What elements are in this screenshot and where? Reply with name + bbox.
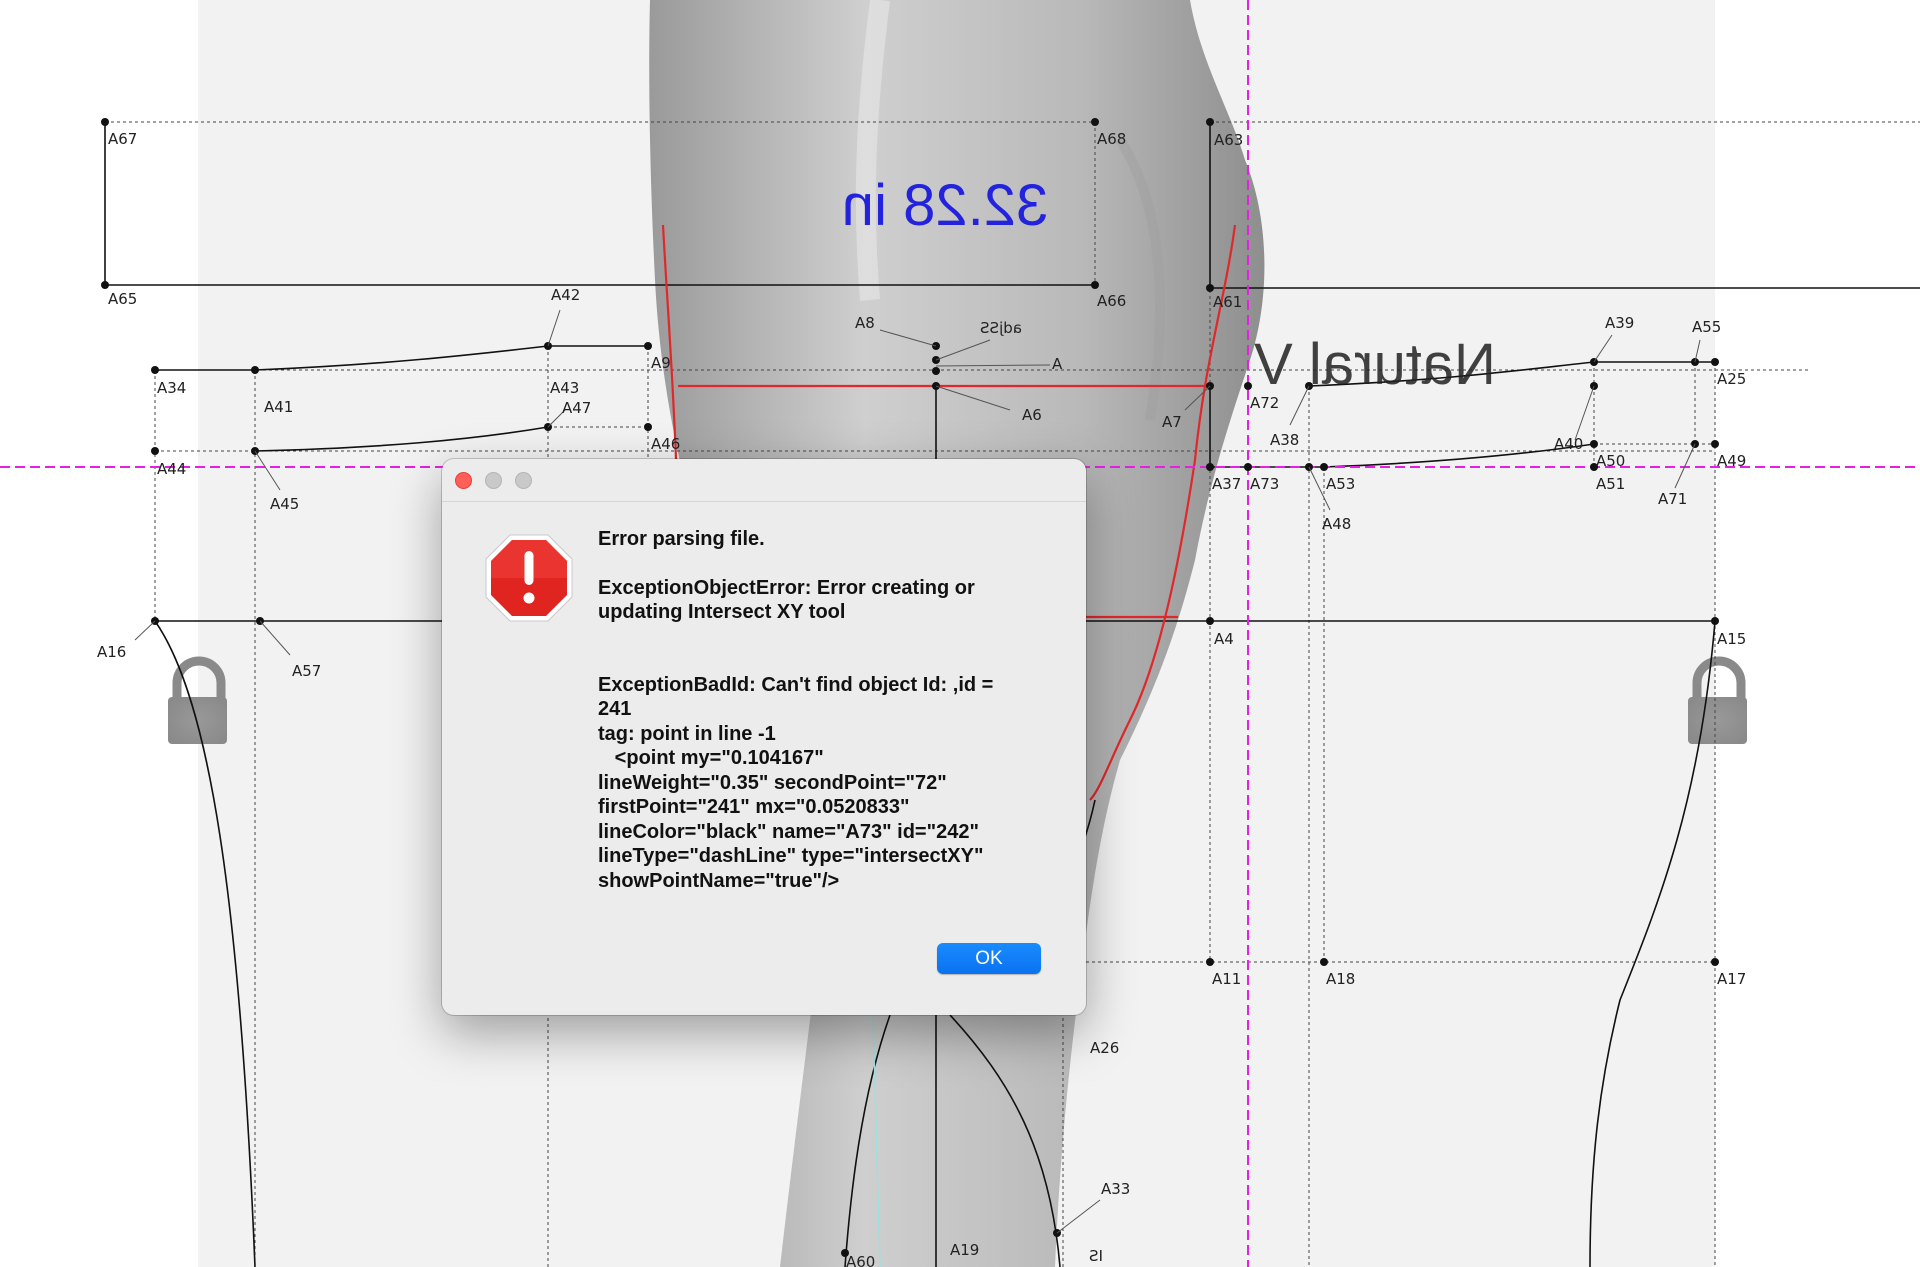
mirrored-title: Natural V xyxy=(1254,332,1496,397)
point-label: A4 xyxy=(1214,630,1234,648)
point-label: A63 xyxy=(1214,131,1243,149)
point-label: A65 xyxy=(108,290,137,308)
point-label: A53 xyxy=(1326,475,1355,493)
point-label: A49 xyxy=(1717,452,1746,470)
point-label: A45 xyxy=(270,495,299,513)
point-label: A37 xyxy=(1212,475,1241,493)
error-details: ExceptionBadId: Can't find object Id: ,i… xyxy=(598,673,994,892)
point-label: A9 xyxy=(651,354,671,372)
point-label: adjSS xyxy=(980,319,1022,337)
point-label: A6 xyxy=(1022,406,1042,424)
point-label: A17 xyxy=(1717,970,1746,988)
point-label: A47 xyxy=(562,399,591,417)
point-label: A51 xyxy=(1596,475,1625,493)
stop-alert-icon xyxy=(485,534,573,622)
point-label: A40 xyxy=(1554,435,1583,453)
point-label: A72 xyxy=(1250,394,1279,412)
point-label: A61 xyxy=(1213,293,1242,311)
point-label: A46 xyxy=(651,435,680,453)
point-label: A8 xyxy=(855,314,875,332)
zoom-button xyxy=(515,472,532,489)
point-label: A42 xyxy=(551,286,580,304)
error-title: Error parsing file. xyxy=(598,528,765,550)
dialog-titlebar xyxy=(442,459,1086,502)
point-label: A68 xyxy=(1097,130,1126,148)
point-label: A48 xyxy=(1322,515,1351,533)
point-label: A15 xyxy=(1717,630,1746,648)
point-label: A xyxy=(1052,355,1063,373)
point-label: A19 xyxy=(950,1241,979,1259)
ok-button[interactable]: OK xyxy=(937,943,1041,974)
point-label: A55 xyxy=(1692,318,1721,336)
point-label: A16 xyxy=(97,643,126,661)
measurement-label: 32.28 in xyxy=(842,173,1048,238)
point-label: A66 xyxy=(1097,292,1126,310)
point-label: A7 xyxy=(1162,413,1182,431)
point-label: A60 xyxy=(846,1253,875,1267)
point-label: A18 xyxy=(1326,970,1355,988)
point-label: A26 xyxy=(1090,1039,1119,1057)
point-label: A25 xyxy=(1717,370,1746,388)
point-label: A34 xyxy=(157,379,186,397)
point-label: A11 xyxy=(1212,970,1241,988)
point-label: IS xyxy=(1089,1247,1103,1265)
lock-icon xyxy=(168,656,227,744)
point-label: A71 xyxy=(1658,490,1687,508)
point-label: A43 xyxy=(550,379,579,397)
point-label: A33 xyxy=(1101,1180,1130,1198)
point-label: A50 xyxy=(1596,452,1625,470)
point-label: A38 xyxy=(1270,431,1299,449)
lock-icon xyxy=(1688,656,1747,744)
error-dialog: Error parsing file. ExceptionObjectError… xyxy=(442,459,1086,1015)
point-label: A67 xyxy=(108,130,137,148)
point-label: A57 xyxy=(292,662,321,680)
dialog-message: Error parsing file. ExceptionObjectError… xyxy=(598,527,1018,893)
point-label: A44 xyxy=(157,460,186,478)
point-label: A73 xyxy=(1250,475,1279,493)
point-label: A41 xyxy=(264,398,293,416)
close-button[interactable] xyxy=(455,472,472,489)
point-label: A39 xyxy=(1605,314,1634,332)
minimize-button xyxy=(485,472,502,489)
error-exception: ExceptionObjectError: Error creating or … xyxy=(598,576,975,624)
